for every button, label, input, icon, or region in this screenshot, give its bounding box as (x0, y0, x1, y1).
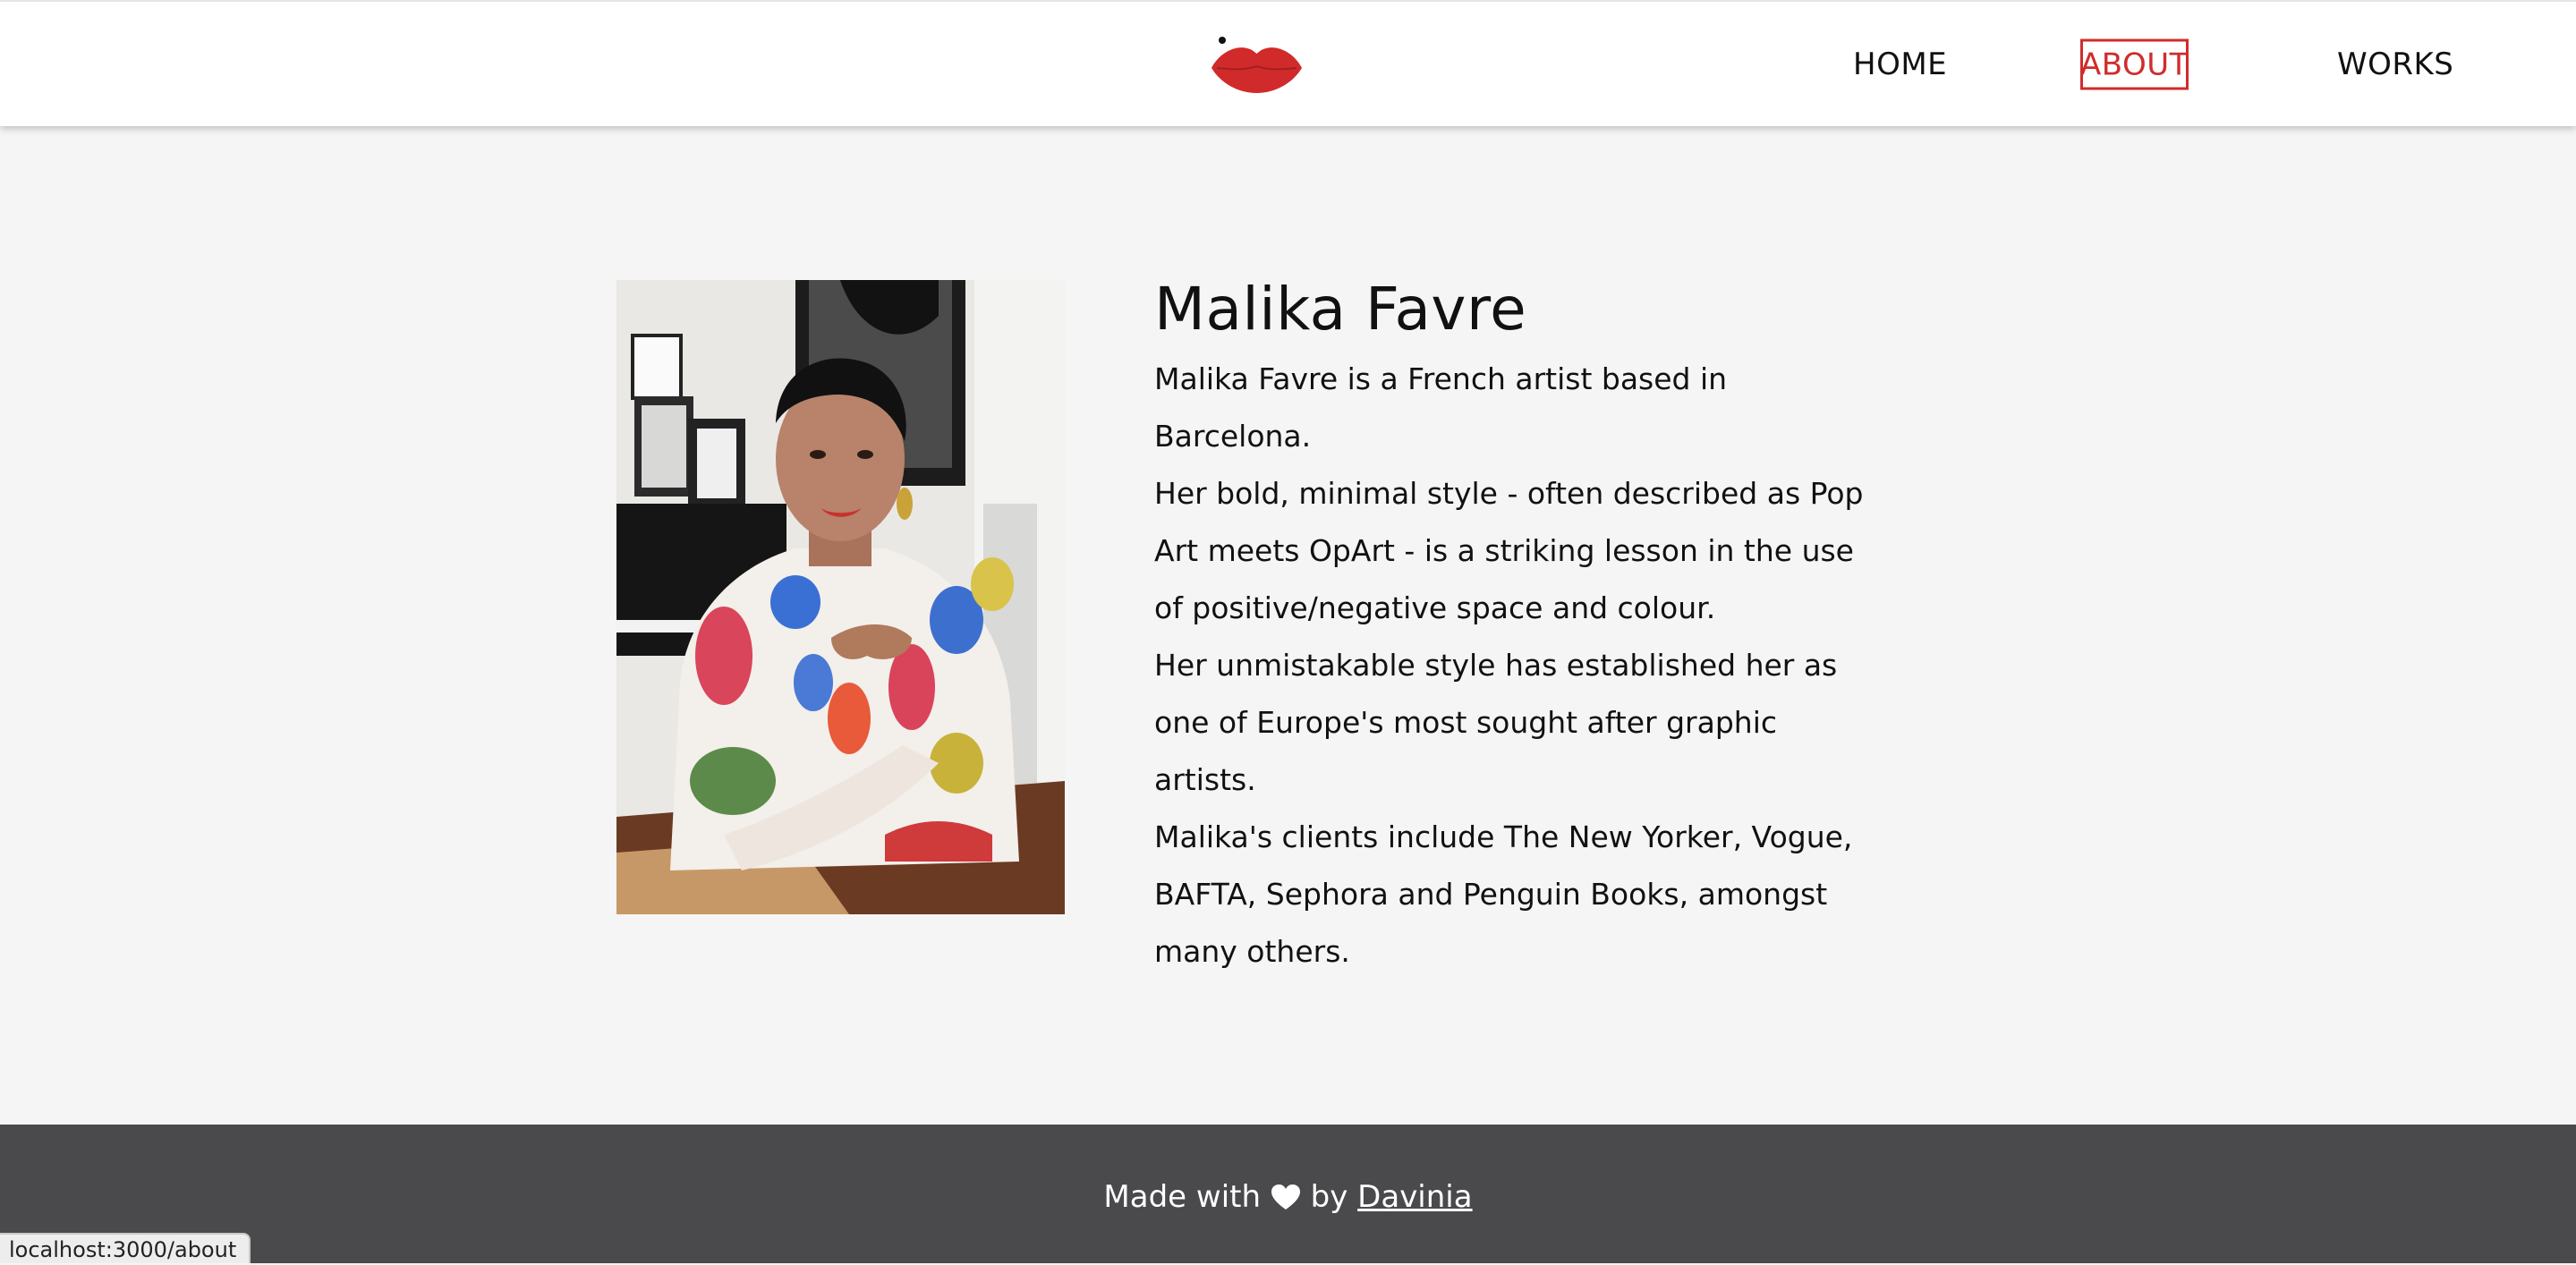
main-nav: HOME ABOUT WORKS (0, 2, 2576, 128)
heart-icon (1271, 1181, 1301, 1220)
artist-bio: Malika Favre Malika Favre is a French ar… (1154, 268, 1888, 981)
nav-home-link[interactable]: HOME (1853, 49, 1947, 80)
browser-status-url: localhost:3000/about (0, 1233, 251, 1263)
artist-name-heading: Malika Favre (1154, 275, 1527, 344)
footer-made-with-text: Made with (1103, 1179, 1262, 1215)
bio-paragraph: Her bold, minimal style - often describe… (1154, 476, 1864, 625)
bio-paragraph: Her unmistakable style has established h… (1154, 648, 1838, 797)
nav-about-link[interactable]: ABOUT (2080, 38, 2189, 90)
bio-paragraph: Malika's clients include The New Yorker,… (1154, 819, 1853, 969)
bio-paragraph: Malika Favre is a French artist based in… (1154, 361, 1728, 454)
site-header: HOME ABOUT WORKS (0, 0, 2576, 126)
footer-by-text: by (1310, 1179, 1348, 1215)
footer-credit: Made with by Davinia (0, 1177, 2576, 1220)
author-link[interactable]: Davinia (1357, 1179, 1472, 1215)
nav-works-link[interactable]: WORKS (2337, 49, 2453, 80)
artist-portrait-image (616, 280, 1065, 914)
